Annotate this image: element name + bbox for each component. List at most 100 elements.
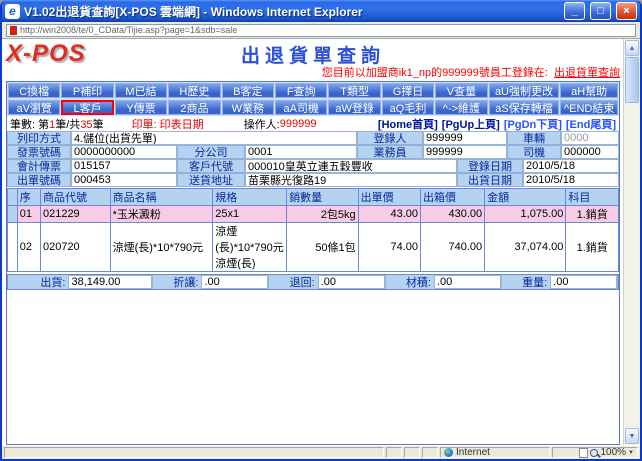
button-query[interactable]: F查詢 bbox=[275, 83, 327, 98]
invoice-field[interactable]: 0000000000 bbox=[71, 145, 177, 159]
volume-value[interactable]: .00 bbox=[434, 275, 501, 289]
branch-field[interactable]: 0001 bbox=[245, 145, 357, 159]
main-panel: C換檔 P補印 M已結 H歷史 B客定 F查詢 T類型 G擇日 V查量 aU強制… bbox=[6, 81, 620, 445]
scrollbar-track[interactable] bbox=[624, 103, 640, 427]
form-row-invoice: 發票號碼 0000000000 分公司 0001 業務員 999999 司機 0… bbox=[7, 145, 619, 159]
statusbar-message-area bbox=[4, 447, 384, 458]
row-select-cell[interactable] bbox=[8, 206, 18, 223]
window-title: V1.02出退貨查詢[X-POS 雲端網] - Windows Internet… bbox=[24, 3, 559, 20]
table-row[interactable]: 01 021229 *玉米澱粉 25x1 2包5kg 43.00 430.00 … bbox=[8, 206, 619, 223]
page-mode-icon bbox=[579, 448, 588, 458]
button-history[interactable]: H歷史 bbox=[168, 83, 220, 98]
button-register[interactable]: aW登錄 bbox=[328, 100, 380, 115]
print-method-field[interactable]: 4.儲位(出貨先單) bbox=[71, 131, 357, 145]
vertical-scrollbar[interactable]: ▲ ▼ bbox=[623, 39, 640, 445]
cell-qty: 2包5kg bbox=[287, 206, 358, 223]
zoom-dropdown-icon[interactable]: ▼ bbox=[628, 450, 634, 456]
address-field[interactable]: 苗栗縣光復路19 bbox=[245, 173, 457, 187]
button-maintain[interactable]: ^->維護 bbox=[435, 100, 487, 115]
nav-pgup[interactable]: [PgUp上頁] bbox=[442, 116, 500, 132]
login-user-field[interactable]: 999999 bbox=[423, 131, 507, 145]
browser-content: X-POS 出退貨單查詢 您目前以加盟商ik1_np的999999號員工登錄在:… bbox=[2, 39, 640, 445]
cell-code: 020720 bbox=[40, 223, 110, 272]
url-field[interactable]: http://win2008/te/0_CData/Tijie.asp?page… bbox=[6, 24, 636, 37]
cell-code: 021229 bbox=[40, 206, 110, 223]
col-case-price: 出箱價 bbox=[420, 189, 484, 206]
button-margin[interactable]: aQ毛利 bbox=[382, 100, 434, 115]
minimize-button[interactable]: _ bbox=[564, 2, 585, 20]
salesman-field[interactable]: 999999 bbox=[423, 145, 507, 159]
button-customer[interactable]: L客戶 bbox=[61, 100, 113, 115]
col-spec: 規格 bbox=[213, 189, 287, 206]
driver-field[interactable]: 000000 bbox=[561, 145, 619, 159]
cell-category: 1.銷貨 bbox=[566, 223, 619, 272]
return-label: 退回: bbox=[269, 275, 317, 289]
title-bar: e V1.02出退貨查詢[X-POS 雲端網] - Windows Intern… bbox=[2, 0, 640, 22]
weight-label: 重量: bbox=[502, 275, 550, 289]
cell-spec: 涼煙(長)*10*790元涼煙(長) bbox=[213, 223, 287, 272]
button-end[interactable]: ^END結束 bbox=[560, 100, 618, 115]
vehicle-label: 車輛 bbox=[507, 131, 561, 145]
status-bar: Internet 100% ▼ bbox=[2, 445, 640, 459]
nav-pgdn[interactable]: [PgDn下頁] bbox=[504, 116, 562, 132]
nav-home[interactable]: [Home首頁] bbox=[378, 116, 438, 132]
col-unit-price: 出單價 bbox=[358, 189, 420, 206]
row-select-cell[interactable] bbox=[8, 223, 18, 272]
nav-end[interactable]: [End尾頁] bbox=[566, 116, 616, 132]
vehicle-field[interactable]: 0000 bbox=[561, 131, 619, 145]
summary-shipment: 出貨: 38,149.00 bbox=[8, 275, 153, 289]
button-change-file[interactable]: C換檔 bbox=[8, 83, 60, 98]
cell-name: 涼煙(長)*10*790元 bbox=[110, 223, 213, 272]
voucher-field[interactable]: 015157 bbox=[71, 159, 177, 173]
cell-amount: 1,075.00 bbox=[485, 206, 566, 223]
button-help[interactable]: aH幫助 bbox=[560, 83, 618, 98]
invoice-label: 發票號碼 bbox=[7, 145, 71, 159]
cell-unit-price: 74.00 bbox=[358, 223, 420, 272]
col-amount: 金額 bbox=[485, 189, 566, 206]
weight-value[interactable]: .00 bbox=[550, 275, 617, 289]
cell-unit-price: 43.00 bbox=[358, 206, 420, 223]
salesman-label: 業務員 bbox=[357, 145, 423, 159]
button-business[interactable]: W業務 bbox=[222, 100, 274, 115]
statusbar-segment bbox=[386, 447, 402, 458]
customer-field[interactable]: 000010皇英立連五穀豐收 bbox=[245, 159, 457, 173]
button-pick-date[interactable]: G擇日 bbox=[382, 83, 434, 98]
button-browse[interactable]: aV瀏覽 bbox=[8, 100, 60, 115]
allowance-label: 折讓: bbox=[153, 275, 201, 289]
zone-label: Internet bbox=[456, 447, 490, 458]
button-driver[interactable]: aA司機 bbox=[275, 100, 327, 115]
button-reprint[interactable]: P補印 bbox=[61, 83, 113, 98]
login-date-field[interactable]: 2010/5/18 bbox=[523, 159, 619, 173]
button-customer-set[interactable]: B客定 bbox=[222, 83, 274, 98]
toolbar-row2: aV瀏覽 L客戶 Y傳票 2商品 W業務 aA司機 aW登錄 aQ毛利 ^->維… bbox=[7, 99, 619, 116]
security-zone: Internet bbox=[440, 447, 550, 458]
items-table: 序 商品代號 商品名稱 規格 銷數量 出單價 出箱價 金額 科目 01 0212… bbox=[7, 188, 619, 272]
pos-page: X-POS 出退貨單查詢 您目前以加盟商ik1_np的999999號員工登錄在:… bbox=[2, 39, 623, 445]
col-category: 科目 bbox=[566, 189, 619, 206]
ship-date-field[interactable]: 2010/5/18 bbox=[523, 173, 619, 187]
cell-category: 1.銷貨 bbox=[566, 206, 619, 223]
table-row[interactable]: 02 020720 涼煙(長)*10*790元 涼煙(長)*10*790元涼煙(… bbox=[8, 223, 619, 272]
button-check-qty[interactable]: V查量 bbox=[435, 83, 487, 98]
shipment-value[interactable]: 38,149.00 bbox=[68, 275, 152, 289]
scroll-down-icon[interactable]: ▼ bbox=[625, 428, 639, 444]
return-value[interactable]: .00 bbox=[318, 275, 385, 289]
button-closed[interactable]: M已結 bbox=[115, 83, 167, 98]
button-force-change[interactable]: aU強制更改 bbox=[489, 83, 560, 98]
form-row-voucher: 會計傳票 015157 客戶代號 000010皇英立連五穀豐收 登錄日期 201… bbox=[7, 159, 619, 173]
button-save-export[interactable]: aS保存轉檔 bbox=[489, 100, 560, 115]
driver-label: 司機 bbox=[507, 145, 561, 159]
login-notice-link[interactable]: 出退貨單查詢 bbox=[554, 67, 620, 79]
zoom-control[interactable]: 100% ▼ bbox=[552, 447, 638, 458]
button-product[interactable]: 2商品 bbox=[168, 100, 220, 115]
address-bar: http://win2008/te/0_CData/Tijie.asp?page… bbox=[2, 22, 640, 39]
scroll-up-icon[interactable]: ▲ bbox=[625, 40, 639, 56]
button-type[interactable]: T類型 bbox=[328, 83, 380, 98]
order-no-field[interactable]: 000453 bbox=[71, 173, 177, 187]
close-button[interactable]: × bbox=[616, 2, 637, 20]
voucher-label: 會計傳票 bbox=[7, 159, 71, 173]
maximize-button[interactable]: □ bbox=[590, 2, 611, 20]
allowance-value[interactable]: .00 bbox=[201, 275, 268, 289]
scrollbar-thumb[interactable] bbox=[625, 57, 639, 103]
button-voucher[interactable]: Y傳票 bbox=[115, 100, 167, 115]
